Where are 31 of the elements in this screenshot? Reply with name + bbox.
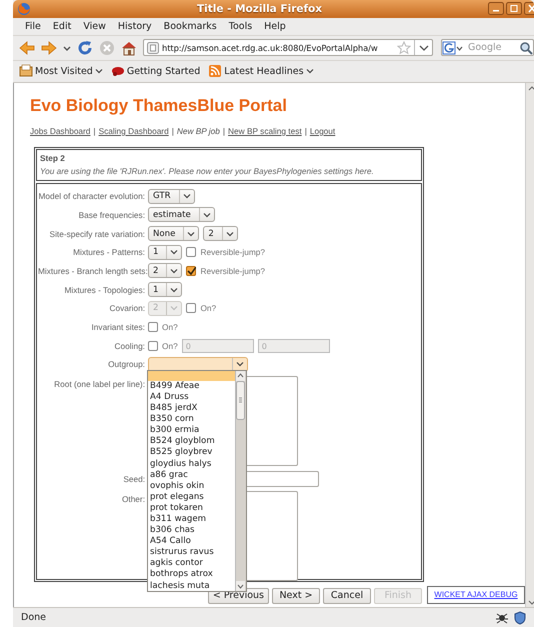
field-label: Mixtures - Branch length sets: (38, 266, 145, 276)
checkbox-label: On? (162, 322, 178, 332)
link-separator: | (172, 126, 174, 136)
field-label: Other: (120, 492, 145, 504)
field-label: Site-specify rate variation: (48, 228, 145, 239)
window-title: Title - Mozilla Firefox (196, 2, 324, 15)
input-field: 0 (182, 338, 254, 353)
status-text: Done (21, 612, 47, 624)
field-label: Seed: (122, 474, 145, 484)
input-field: 0 (258, 338, 330, 353)
link-separator: | (93, 126, 96, 136)
step-message: You are using the file 'RJRun.nex'. Please now enter your BayesPhylogenies settings here. (40, 166, 375, 176)
checkbox-label: On? (200, 303, 216, 314)
checkbox-label: Reversible-jump? (200, 247, 266, 258)
field-label: Mixtures - Patterns: (72, 247, 145, 258)
field-label: Cooling: (114, 340, 145, 351)
field-label: Outgroup: (107, 359, 145, 370)
field-label: Mixtures - Topologies: (63, 284, 145, 295)
dropdown: 2 (148, 300, 182, 316)
checkbox-label: Reversible-jump? (200, 266, 266, 276)
step-heading: Step 2 (40, 152, 66, 163)
field-label: Covarion: (108, 303, 145, 314)
link-separator: | (304, 126, 307, 136)
link-separator: | (222, 126, 226, 136)
current-page-label: New BP job (176, 126, 220, 136)
field-label: Root (one label per line): (53, 378, 145, 389)
field-label: Model of character evolution: (38, 191, 145, 202)
page-title: Evo Biology ThamesBlue Portal (30, 96, 288, 116)
field-label: Invariant sites: (90, 322, 145, 332)
field-label: Base frequencies: (78, 210, 145, 220)
checkbox-label: On? (162, 340, 178, 351)
